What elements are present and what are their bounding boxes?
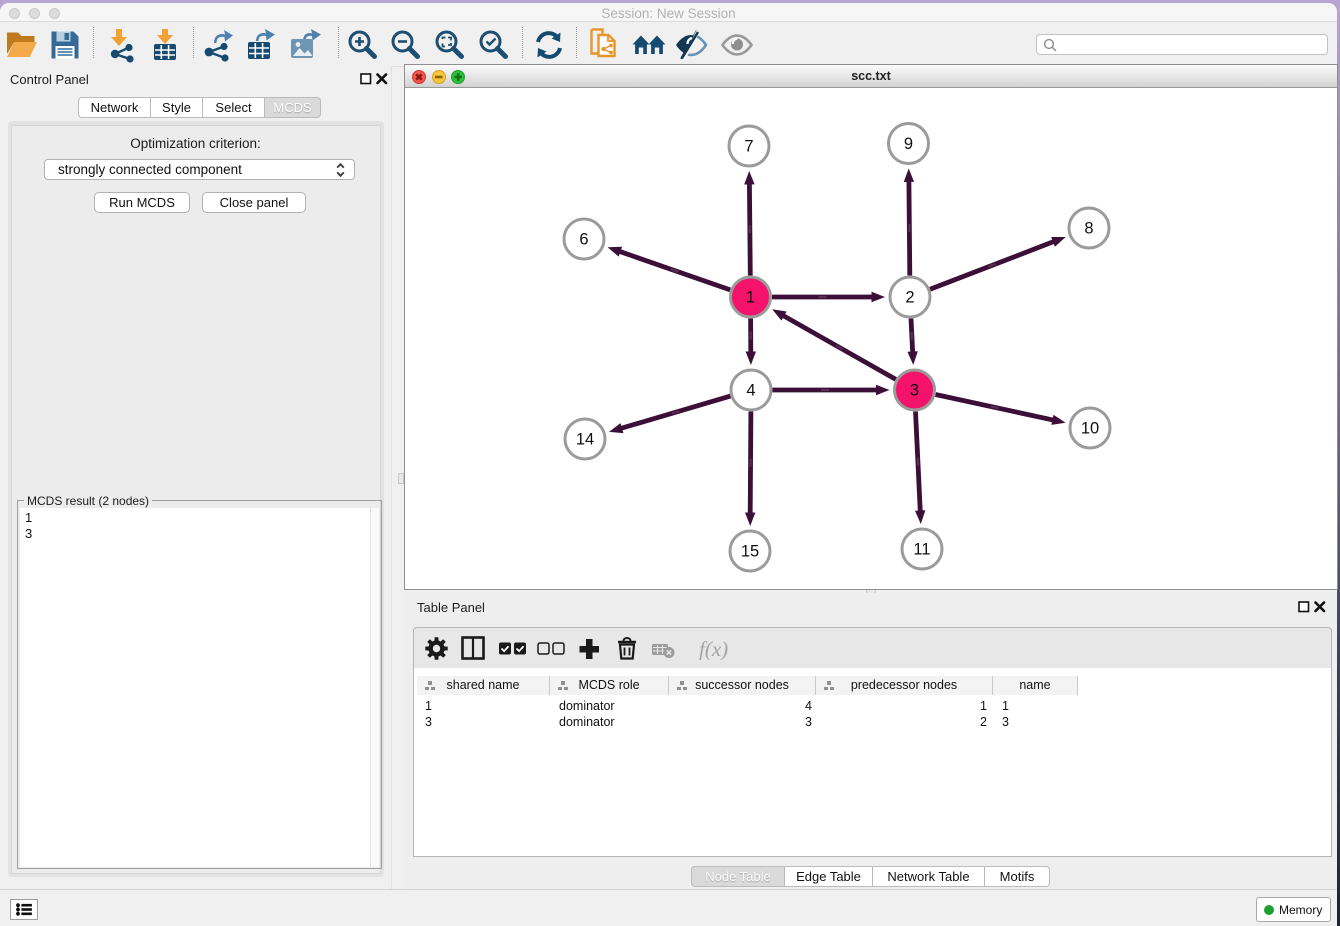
svg-text:15: 15: [741, 543, 759, 561]
svg-text:f(x): f(x): [699, 637, 728, 660]
svg-text:1: 1: [746, 289, 755, 307]
svg-text:9: 9: [904, 135, 913, 153]
svg-text:14: 14: [576, 431, 594, 449]
svg-text:8: 8: [1084, 220, 1093, 238]
svg-text:3: 3: [910, 382, 919, 400]
svg-text:7: 7: [744, 138, 753, 156]
svg-text:6: 6: [579, 231, 588, 249]
svg-text:4: 4: [746, 382, 755, 400]
svg-text:11: 11: [913, 541, 930, 559]
svg-text:10: 10: [1081, 420, 1099, 438]
svg-text:2: 2: [905, 289, 914, 307]
